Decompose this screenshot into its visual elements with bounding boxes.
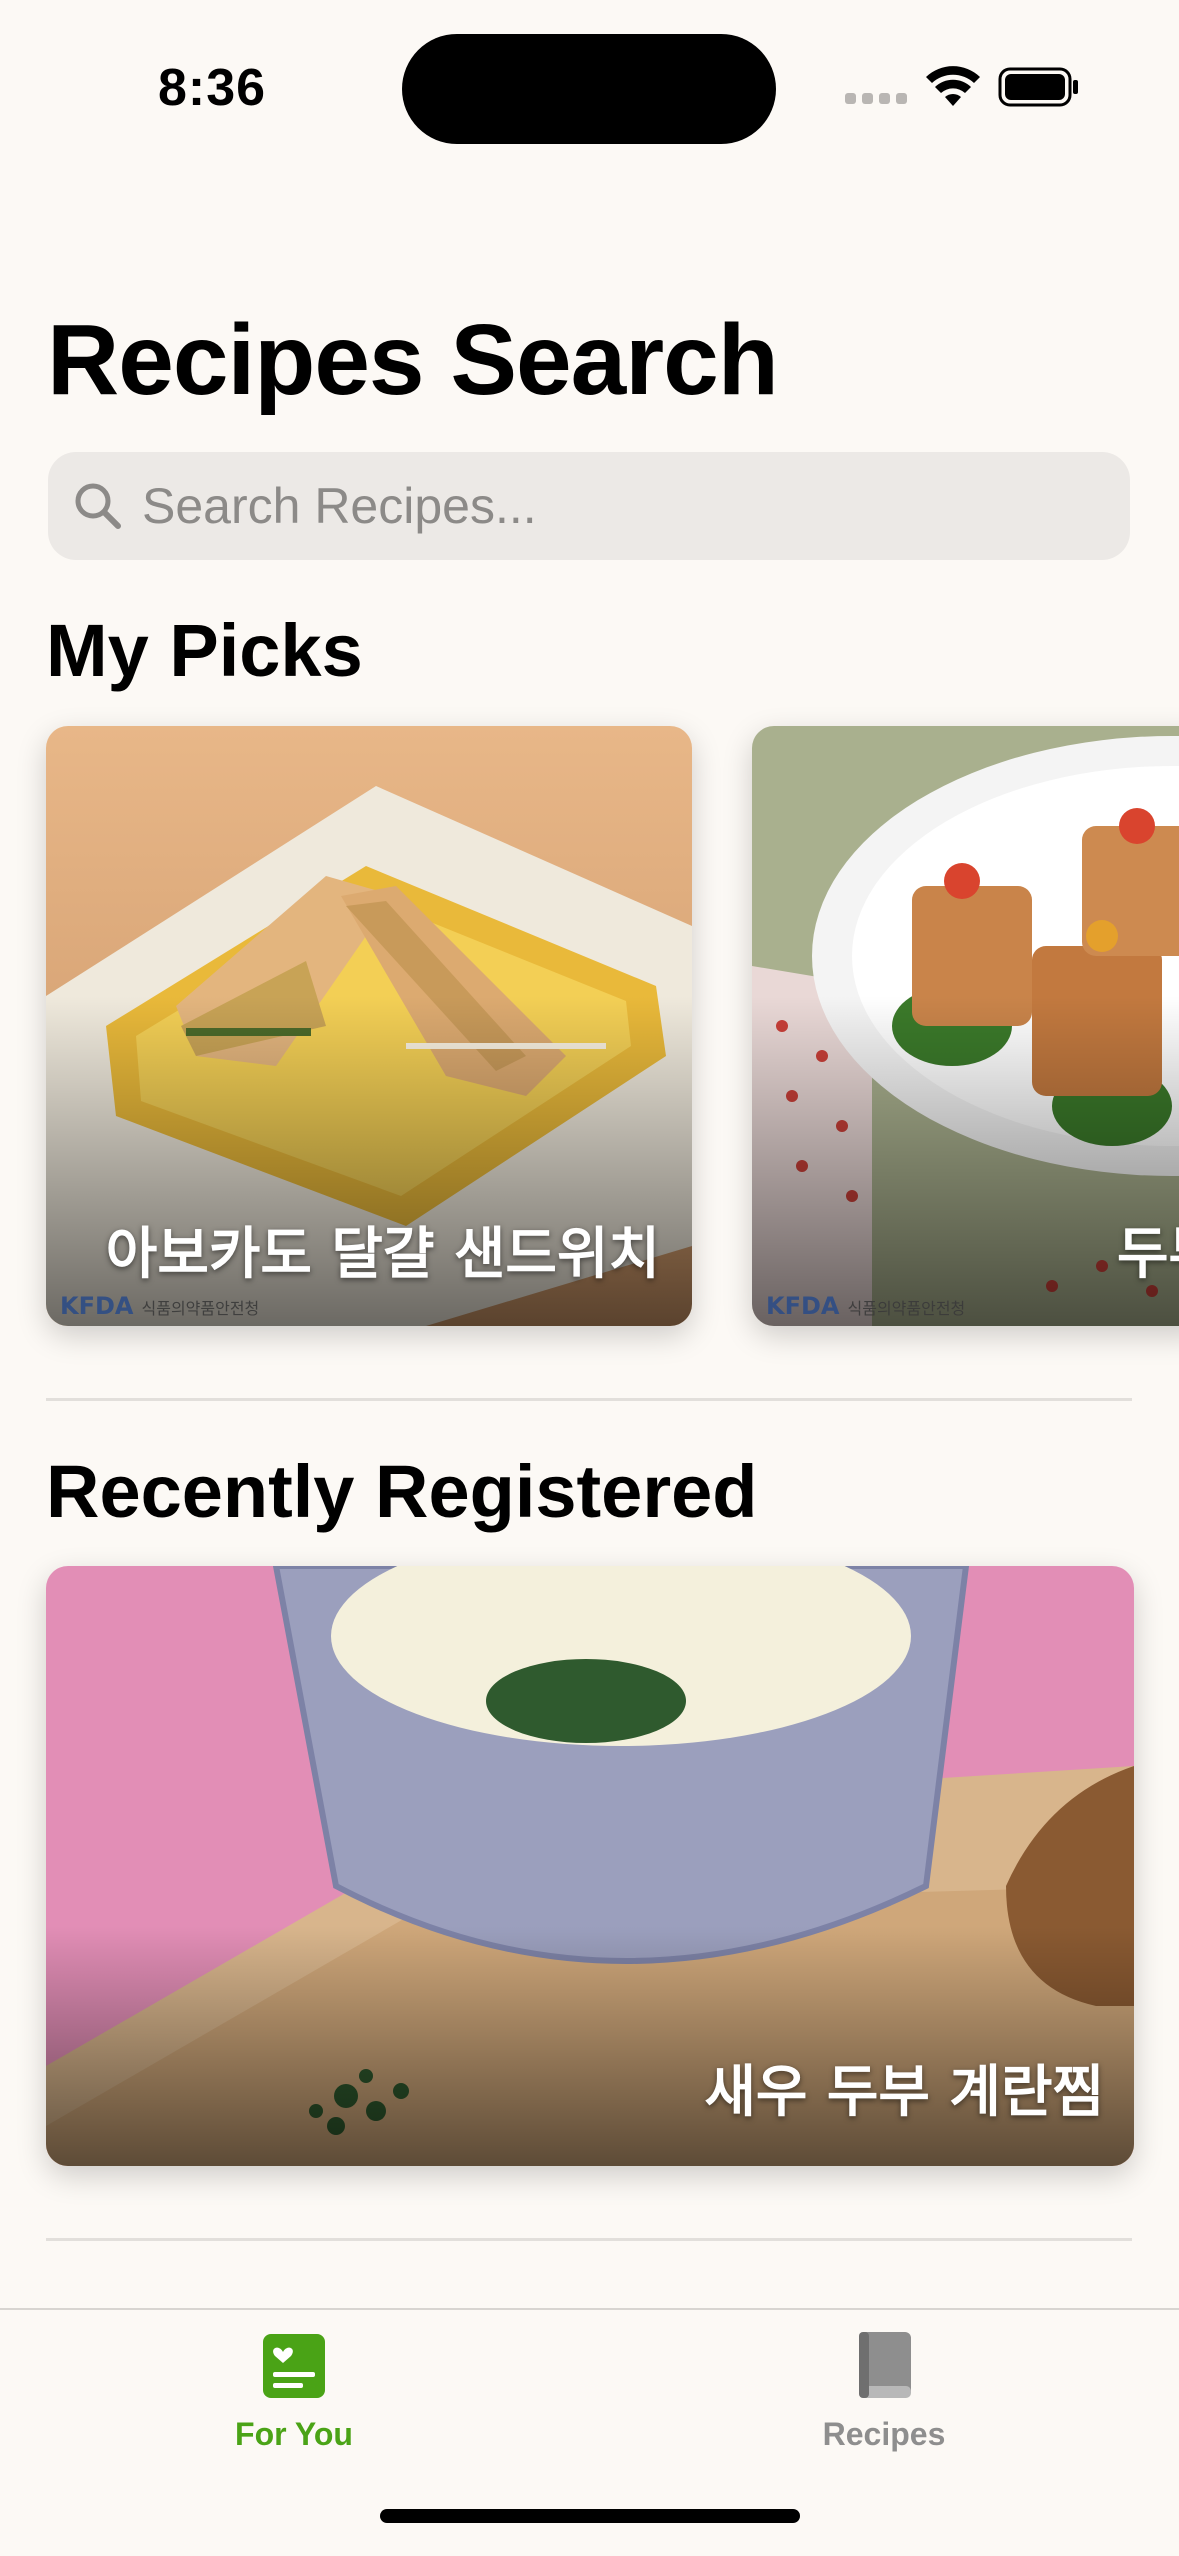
section-divider <box>46 1398 1132 1401</box>
recipe-card-steamed-egg[interactable]: 새우 두부 계란찜 <box>46 1566 1134 2166</box>
wifi-icon <box>926 66 980 106</box>
my-picks-heading: My Picks <box>46 609 363 692</box>
cellular-signal-icon <box>845 93 907 104</box>
search-input[interactable] <box>140 476 1084 536</box>
search-bar[interactable] <box>48 452 1130 560</box>
page-title: Recipes Search <box>47 304 779 416</box>
recipe-card-title: 새우 두부 계란찜 <box>704 2060 1104 2125</box>
battery-icon <box>998 67 1078 107</box>
tab-for-you[interactable]: For You <box>144 2330 444 2453</box>
dynamic-island <box>402 34 776 144</box>
home-indicator[interactable] <box>380 2509 800 2523</box>
book-icon <box>859 2332 911 2398</box>
kfda-watermark: KFDA 식품의약품안전청 <box>766 1292 966 1320</box>
kfda-watermark: KFDA 식품의약품안전청 <box>60 1292 260 1320</box>
recipe-card-sandwich[interactable]: 아보카도 달걀 샌드위치 KFDA 식품의약품안전청 <box>46 726 692 1326</box>
tab-recipes[interactable]: Recipes <box>734 2330 1034 2453</box>
search-icon <box>75 483 121 529</box>
status-time: 8:36 <box>158 59 267 117</box>
heart-list-icon <box>263 2334 325 2398</box>
recently-registered-heading: Recently Registered <box>46 1450 758 1533</box>
recipe-card-tofu[interactable]: 두부 KFDA식품의약품안전청 <box>752 726 1179 1326</box>
tab-label: Recipes <box>822 2416 946 2452</box>
recipe-card-title: 아보카도 달걀 샌드위치 <box>105 1222 660 1287</box>
recipe-card-title: 두부 <box>1116 1222 1179 1287</box>
tab-label: For You <box>235 2416 353 2452</box>
section-divider <box>46 2238 1132 2241</box>
recipes-search-screen: 8:36 Recipes Search My Picks <box>0 0 1179 2556</box>
